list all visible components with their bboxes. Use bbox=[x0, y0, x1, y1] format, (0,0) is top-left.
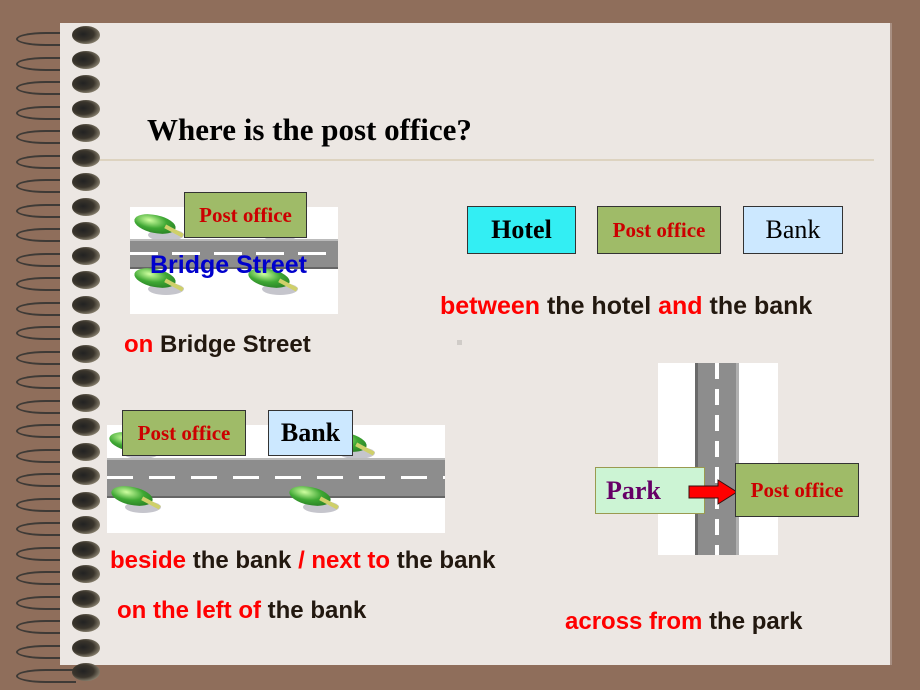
spiral-ring-icon bbox=[14, 490, 100, 516]
ring-bead bbox=[72, 50, 100, 69]
ring-bead bbox=[72, 320, 100, 338]
ring-bead bbox=[72, 222, 100, 240]
spiral-ring-icon bbox=[14, 269, 100, 295]
ring-bead bbox=[72, 148, 100, 167]
phrase-beside: beside the bank / next to the bank bbox=[110, 547, 495, 575]
ring-bead bbox=[72, 663, 100, 681]
ring-bead bbox=[72, 124, 100, 142]
tree-icon bbox=[109, 482, 161, 513]
spiral-ring-icon bbox=[14, 196, 100, 222]
spiral-ring-icon bbox=[14, 392, 100, 418]
hotel-box: Hotel bbox=[467, 206, 576, 254]
ring-bead bbox=[72, 614, 100, 632]
ring-bead bbox=[72, 516, 100, 534]
spiral-ring-icon bbox=[14, 588, 100, 614]
spiral-ring-icon bbox=[14, 147, 100, 173]
phrase-across: across from the park bbox=[565, 608, 802, 636]
ring-bead bbox=[72, 442, 100, 461]
phrase-text: the bank bbox=[396, 547, 496, 574]
ring-bead bbox=[72, 467, 100, 485]
spiral-ring-icon bbox=[14, 661, 100, 687]
title-divider bbox=[100, 159, 874, 161]
tree-icon bbox=[287, 482, 339, 513]
phrase-highlight: on bbox=[124, 331, 154, 358]
phrase-text: Bridge Street bbox=[160, 331, 311, 358]
spiral-ring-icon bbox=[14, 220, 100, 246]
ring-bead bbox=[72, 173, 100, 191]
bank-box: Bank bbox=[743, 206, 843, 254]
phrase-text: the park bbox=[709, 608, 803, 635]
phrase-text: the bank bbox=[267, 597, 367, 624]
phrase-text: the bank bbox=[709, 292, 813, 320]
ring-bead bbox=[72, 540, 100, 559]
phrase-highlight: on the left of bbox=[117, 597, 261, 624]
ring-bead bbox=[72, 344, 100, 363]
spiral-binding-icon bbox=[0, 20, 110, 681]
spiral-ring-icon bbox=[14, 171, 100, 197]
spiral-ring-icon bbox=[14, 563, 100, 589]
spiral-ring-icon bbox=[14, 294, 100, 320]
post-office-box: Post office bbox=[597, 206, 721, 254]
road bbox=[695, 363, 739, 555]
spiral-ring-icon bbox=[14, 122, 100, 148]
ring-bead bbox=[72, 418, 100, 436]
ring-bead bbox=[72, 295, 100, 314]
ring-bead bbox=[72, 589, 100, 608]
spiral-ring-icon bbox=[14, 539, 100, 565]
phrase-highlight: / next to bbox=[298, 547, 391, 574]
spiral-ring-icon bbox=[14, 514, 100, 540]
ring-bead bbox=[72, 271, 100, 289]
slide-title: Where is the post office? bbox=[147, 112, 472, 147]
bank-box: Bank bbox=[268, 410, 353, 456]
street-label: Bridge Street bbox=[150, 251, 307, 279]
street-scene-across bbox=[658, 363, 778, 555]
tree-icon bbox=[132, 210, 184, 241]
phrase-text: the hotel bbox=[546, 292, 652, 320]
phrase-highlight: beside bbox=[110, 547, 187, 574]
spiral-ring-icon bbox=[14, 612, 100, 638]
placeholder-dot bbox=[457, 340, 462, 345]
right-arrow-icon bbox=[688, 479, 738, 505]
ring-bead bbox=[72, 197, 100, 216]
spiral-ring-icon bbox=[14, 416, 100, 442]
ring-bead bbox=[72, 491, 100, 510]
phrase-highlight: and bbox=[658, 292, 703, 320]
spiral-ring-icon bbox=[14, 441, 100, 467]
spiral-ring-icon bbox=[14, 98, 100, 124]
spiral-ring-icon bbox=[14, 245, 100, 271]
ring-bead bbox=[72, 393, 100, 412]
spiral-ring-icon bbox=[14, 637, 100, 663]
phrase-highlight: between bbox=[440, 292, 541, 320]
spiral-ring-icon bbox=[14, 367, 100, 393]
spiral-ring-icon bbox=[14, 24, 100, 50]
ring-bead bbox=[72, 369, 100, 387]
post-office-box: Post office bbox=[735, 463, 859, 517]
spiral-ring-icon bbox=[14, 49, 100, 75]
ring-bead bbox=[72, 99, 100, 118]
ring-bead bbox=[72, 75, 100, 93]
spiral-ring-icon bbox=[14, 73, 100, 99]
lane-dashes bbox=[715, 363, 719, 555]
spiral-ring-icon bbox=[14, 343, 100, 369]
phrase-between: between the hotel and the bank bbox=[440, 292, 812, 321]
phrase-left-of: on the left of the bank bbox=[117, 597, 366, 625]
post-office-box: Post office bbox=[184, 192, 307, 238]
ring-bead bbox=[72, 638, 100, 657]
spiral-ring-icon bbox=[14, 465, 100, 491]
spiral-ring-icon bbox=[14, 318, 100, 344]
lane-dashes bbox=[107, 476, 445, 479]
ring-bead bbox=[72, 26, 100, 44]
ring-bead bbox=[72, 565, 100, 583]
phrase-on: on Bridge Street bbox=[124, 331, 311, 359]
phrase-text: the bank bbox=[192, 547, 292, 574]
phrase-highlight: across from bbox=[565, 608, 703, 635]
ring-bead bbox=[72, 246, 100, 265]
post-office-box: Post office bbox=[122, 410, 246, 456]
